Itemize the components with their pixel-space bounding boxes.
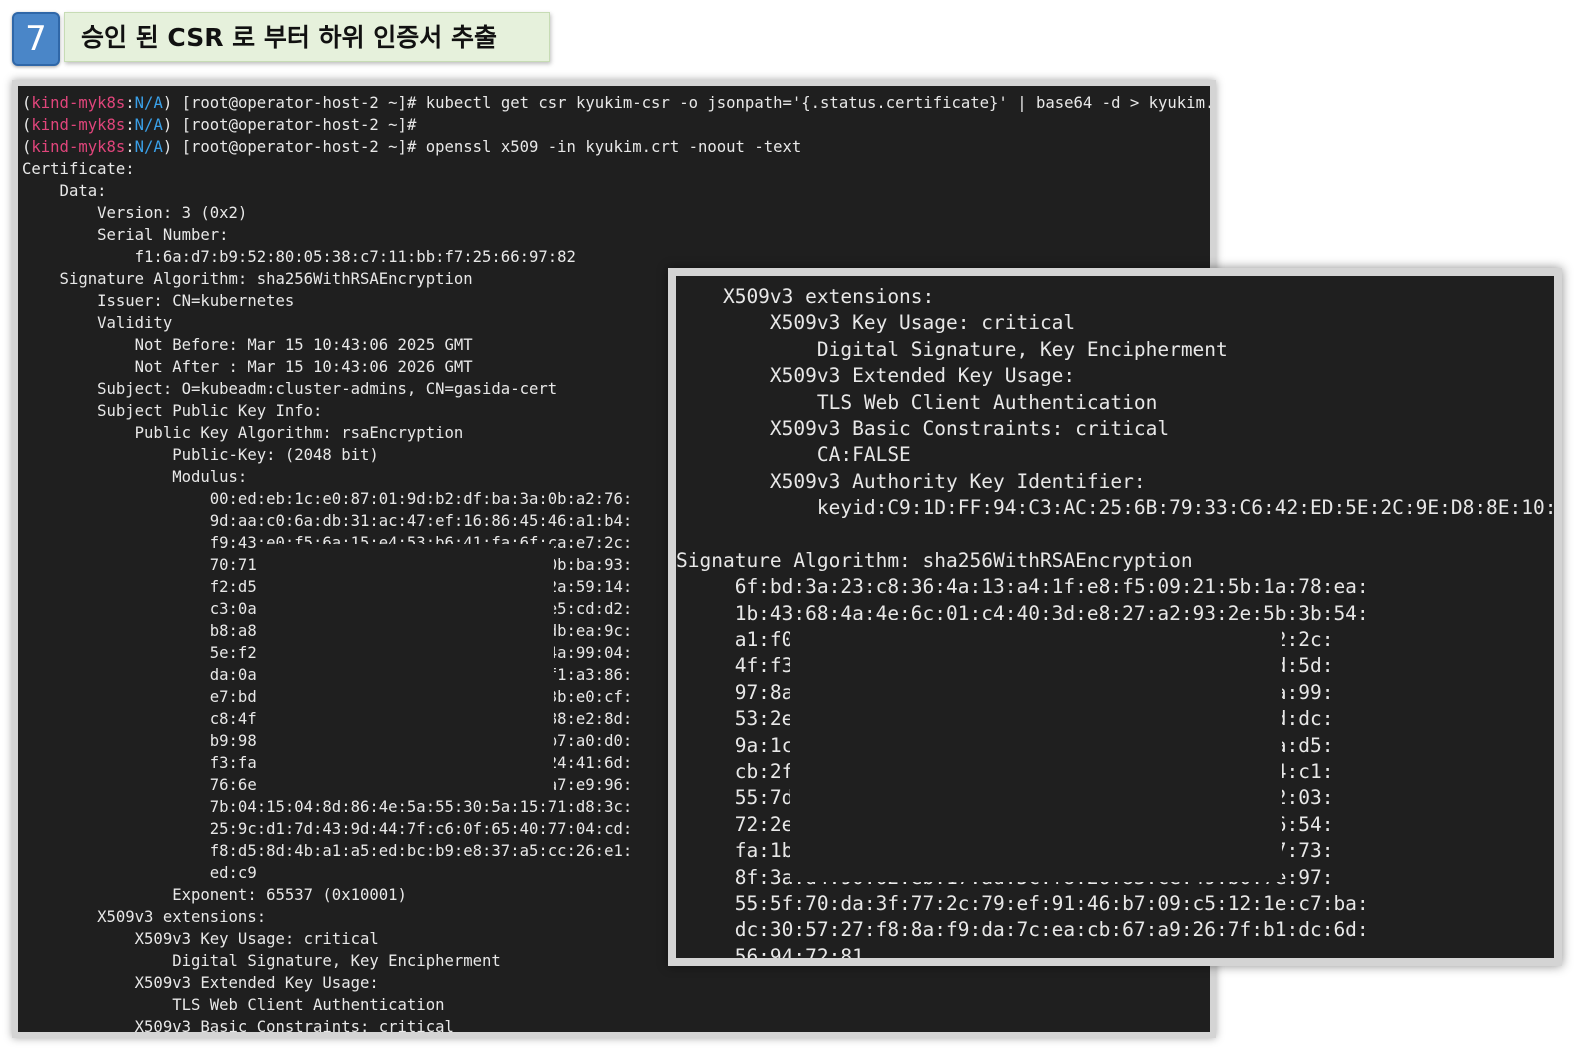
prompt-host: [root@operator-host-2 ~]# [172,138,417,156]
command-line: (kind-myk8s:N/A) [root@operator-host-2 ~… [22,116,417,134]
output-line: 56:94:72:81 [676,944,864,966]
prompt-context: kind-myk8s [31,138,126,156]
prompt-namespace: N/A [134,116,163,134]
command-line: (kind-myk8s:N/A) [root@operator-host-2 ~… [22,92,1210,114]
output-line: Signature Algorithm: sha256WithRSAEncryp… [676,548,1193,572]
output-line: 6f:bd:3a:23:c8:36:4a:13:a4:1f:e8:f5:09:2… [676,575,1369,599]
output-line: CA:FALSE [676,443,911,467]
command-text: openssl x509 -in kyukim.crt -noout -text [416,138,802,156]
redacted-region [790,620,1282,882]
output-line: Version: 3 (0x2) [22,204,248,222]
output-line: Serial Number: [22,226,229,244]
zoomed-terminal-window[interactable]: X509v3 extensions: X509v3 Key Usage: cri… [668,268,1562,966]
output-line: X509v3 Key Usage: critical [676,311,1076,335]
step-title: 승인 된 CSR 로 부터 하위 인증서 추출 [64,12,550,62]
output-line: X509v3 Extended Key Usage: [22,974,379,992]
prompt-context: kind-myk8s [31,116,126,134]
output-line: Digital Signature, Key Encipherment [676,337,1228,361]
output-line: Data: [22,182,107,200]
command-text: kubectl get csr kyukim-csr -o jsonpath='… [416,94,1216,112]
output-line: keyid:C9:1D:FF:94:C3:AC:25:6B:79:33:C6:4… [676,496,1562,520]
output-line: X509v3 Extended Key Usage: [676,364,1076,388]
output-line: 55:5f:70:da:3f:77:2c:79:ef:91:46:b7:09:c… [676,891,1369,915]
prompt-context: kind-myk8s [31,94,126,112]
output-line: f1:6a:d7:b9:52:80:05:38:c7:11:bb:f7:25:6… [22,248,576,266]
redacted-region [260,544,554,798]
output-line: X509v3 extensions: [676,285,935,308]
output-line: X509v3 Basic Constraints: critical [676,416,1170,440]
step-number-badge: 7 [12,12,60,66]
output-line: X509v3 Basic Constraints: critical [22,1018,454,1036]
output-line: X509v3 Authority Key Identifier: [676,469,1146,493]
prompt-namespace: N/A [134,94,163,112]
output-line: TLS Web Client Authentication [22,996,445,1014]
output-line: dc:30:57:27:f8:8a:f9:da:7c:ea:cb:67:a9:2… [676,918,1369,942]
output-line: TLS Web Client Authentication [676,390,1158,414]
prompt-host: [root@operator-host-2 ~]# [172,94,417,112]
prompt-namespace: N/A [134,138,163,156]
command-line: (kind-myk8s:N/A) [root@operator-host-2 ~… [22,138,802,156]
prompt-host: [root@operator-host-2 ~]# [172,116,417,134]
output-line: Certificate: [22,160,135,178]
